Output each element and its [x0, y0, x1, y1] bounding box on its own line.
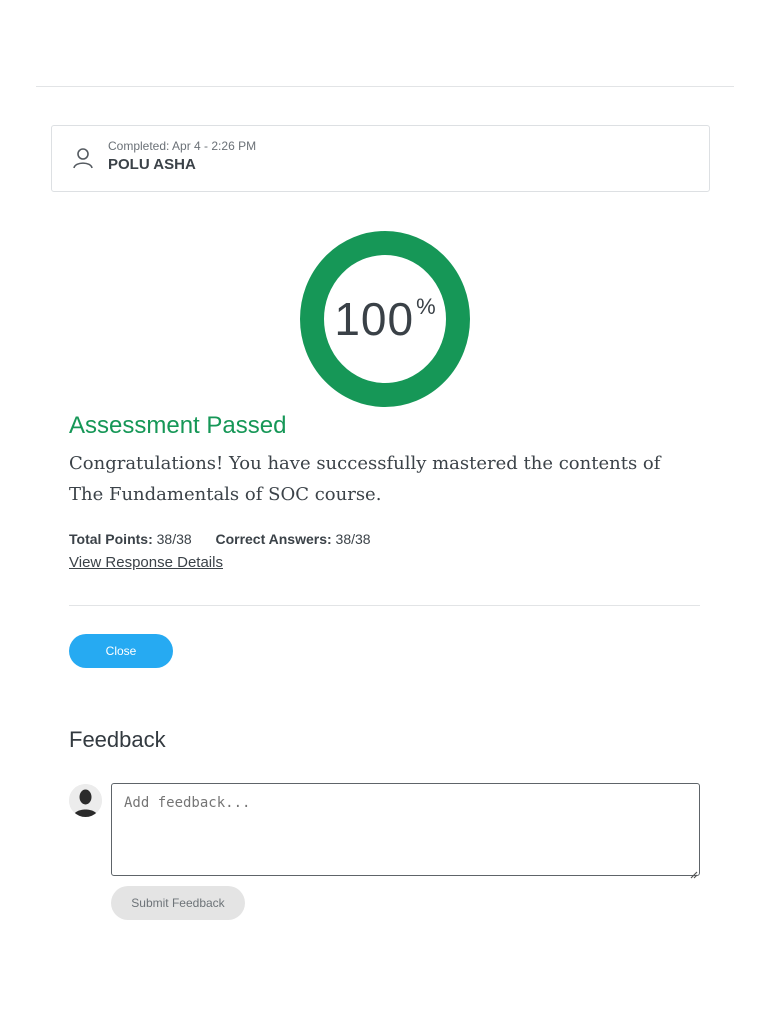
total-points-value: 38/38	[156, 531, 192, 547]
result-message: Congratulations! You have successfully m…	[69, 453, 661, 505]
score-stats: Total Points: 38/38 Correct Answers: 38/…	[69, 531, 371, 547]
user-name: POLU ASHA	[108, 156, 196, 173]
correct-answers-value: 38/38	[335, 531, 371, 547]
view-response-details-link[interactable]: View Response Details	[69, 554, 223, 571]
correct-answers-label: Correct Answers:	[215, 531, 332, 547]
result-title: Assessment Passed	[69, 412, 287, 439]
top-divider	[36, 86, 734, 87]
submit-feedback-button[interactable]: Submit Feedback	[111, 886, 245, 920]
score-unit: %	[416, 294, 436, 319]
completed-timestamp: Completed: Apr 4 - 2:26 PM	[108, 139, 257, 153]
total-points-label: Total Points:	[69, 531, 153, 547]
resize-grip-icon[interactable]	[690, 866, 698, 879]
completion-card: Completed: Apr 4 - 2:26 PM POLU ASHA	[51, 125, 710, 192]
score-display: 100 %	[299, 230, 471, 408]
user-silhouette-icon	[69, 784, 102, 817]
score-value: 100	[334, 293, 415, 345]
close-button[interactable]: Close	[69, 634, 173, 668]
feedback-input[interactable]	[111, 783, 700, 876]
person-icon	[72, 146, 94, 170]
section-divider	[69, 605, 700, 606]
feedback-heading: Feedback	[69, 727, 166, 752]
